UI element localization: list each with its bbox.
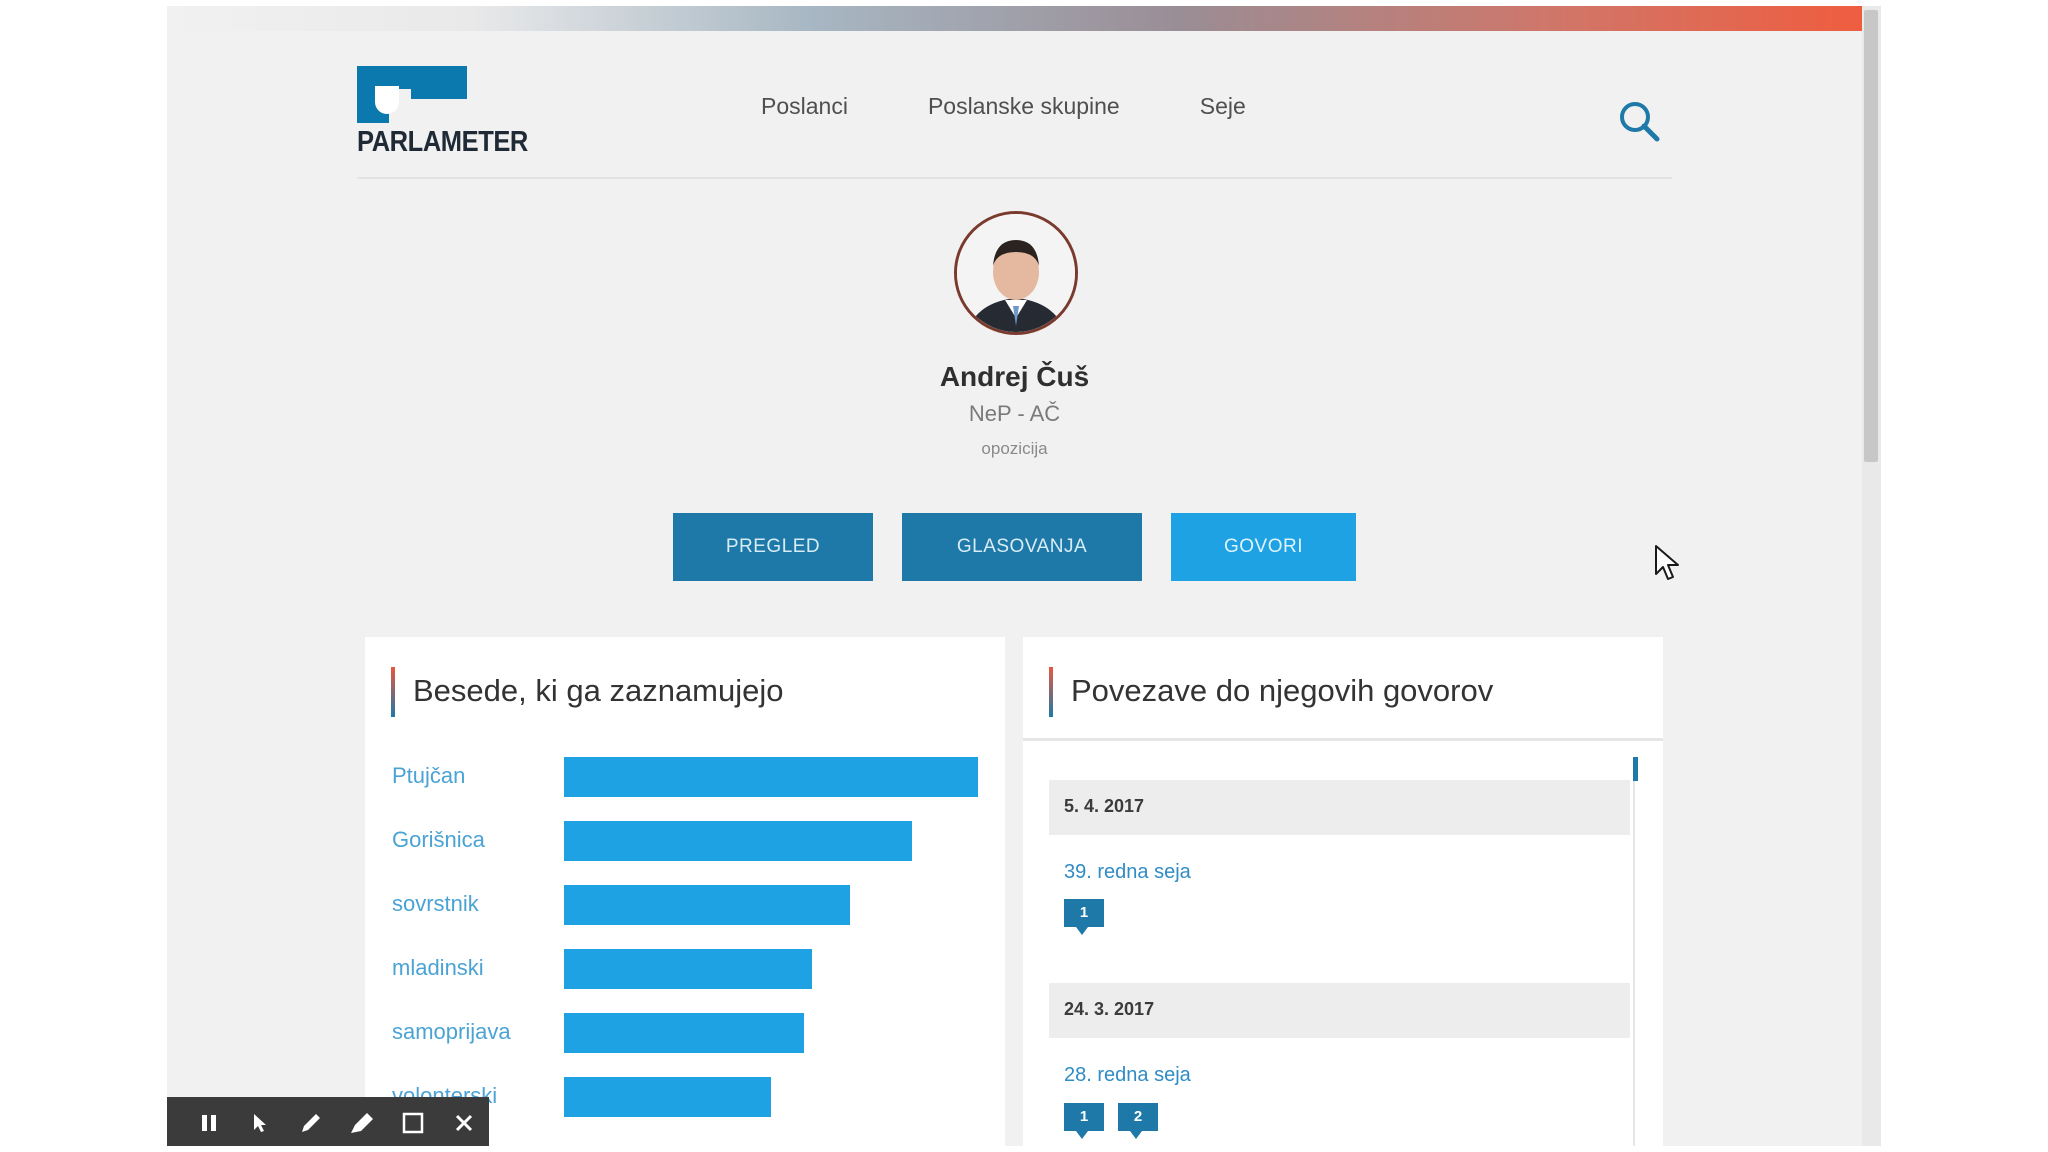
word-row: Gorišnica <box>365 821 1005 861</box>
logo-mark-bar <box>357 66 467 89</box>
links-card: Povezave do njegovih govorov 5. 4. 2017 … <box>1023 637 1663 1146</box>
cursor-icon <box>1655 545 1679 580</box>
nav-seje[interactable]: Seje <box>1200 93 1246 120</box>
word-row: mladinski <box>365 949 1005 989</box>
session-link[interactable]: 39. redna seja <box>1064 861 1191 884</box>
speech-date: 24. 3. 2017 <box>1064 999 1155 1019</box>
tab-govori[interactable]: GOVORI <box>1171 513 1356 581</box>
links-card-title: Povezave do njegovih govorov <box>1071 673 1494 708</box>
page-scrollbar[interactable] <box>1862 6 1881 1146</box>
word-label[interactable]: Gorišnica <box>392 827 485 853</box>
word-label[interactable]: sovrstnik <box>392 891 479 917</box>
pen-icon[interactable] <box>285 1097 336 1146</box>
avatar <box>954 211 1078 335</box>
nav-poslanske-skupine[interactable]: Poslanske skupine <box>928 93 1120 120</box>
links-card-header: Povezave do njegovih govorov <box>1023 637 1663 741</box>
nav-poslanci[interactable]: Poslanci <box>761 93 848 120</box>
marker-icon[interactable] <box>336 1097 387 1146</box>
annotation-toolbar <box>167 1097 489 1146</box>
pause-icon[interactable] <box>183 1097 234 1146</box>
card-accent-bar <box>1049 667 1053 717</box>
main-nav: Poslanci Poslanske skupine Seje <box>761 93 1326 120</box>
profile-status: opozicija <box>981 439 1048 458</box>
logo-mark-stripe <box>411 89 467 99</box>
word-row: samoprijava <box>365 1013 1005 1053</box>
words-card-title: Besede, ki ga zaznamujejo <box>413 673 784 708</box>
word-label[interactable]: Ptujčan <box>392 763 465 789</box>
inner-scrollbar-thumb[interactable] <box>1633 757 1638 781</box>
word-row: sovrstnik <box>365 885 1005 925</box>
logo-shield <box>375 86 399 114</box>
word-row: Ptujčan <box>365 757 1005 797</box>
word-bar <box>564 885 850 925</box>
logo-wordmark: PARLAMETER <box>357 126 528 158</box>
session-link[interactable]: 28. redna seja <box>1064 1064 1191 1087</box>
word-bar <box>564 1013 804 1053</box>
word-bar <box>564 757 978 797</box>
words-card-header: Besede, ki ga zaznamujejo <box>365 637 1005 741</box>
word-bar <box>564 821 912 861</box>
tab-glasovanja[interactable]: GLASOVANJA <box>902 513 1142 581</box>
parlameter-logo[interactable]: PARLAMETER <box>357 66 528 166</box>
close-icon[interactable] <box>438 1097 489 1146</box>
word-label[interactable]: mladinski <box>392 955 484 981</box>
square-icon[interactable] <box>387 1097 438 1146</box>
speech-bubble-button[interactable]: 1 <box>1064 899 1104 935</box>
speech-bubble-button[interactable]: 1 <box>1064 1103 1104 1139</box>
inner-scrollbar-track[interactable] <box>1633 781 1635 1146</box>
gradient-top-bar <box>167 6 1862 31</box>
scrollbar-thumb[interactable] <box>1864 10 1878 462</box>
site-header: PARLAMETER Poslanci Poslanske skupine Se… <box>357 31 1672 179</box>
speech-bubble-button[interactable]: 2 <box>1118 1103 1158 1139</box>
speech-date: 5. 4. 2017 <box>1064 796 1145 816</box>
portrait-image <box>957 214 1075 332</box>
search-icon[interactable] <box>1617 99 1661 143</box>
date-band: 5. 4. 2017 <box>1049 780 1630 835</box>
pointer-icon[interactable] <box>234 1097 285 1146</box>
profile-party: NeP - AČ <box>968 401 1061 426</box>
word-bar <box>564 949 812 989</box>
date-band: 24. 3. 2017 <box>1049 983 1630 1038</box>
tab-pregled[interactable]: PREGLED <box>673 513 873 581</box>
words-card: Besede, ki ga zaznamujejo Ptujčan Gorišni… <box>365 637 1005 1146</box>
browser-viewport: PARLAMETER Poslanci Poslanske skupine Se… <box>167 6 1881 1146</box>
profile-name: Andrej Čuš <box>939 361 1090 392</box>
word-bar <box>564 1077 771 1117</box>
card-accent-bar <box>391 667 395 717</box>
word-label[interactable]: samoprijava <box>392 1019 511 1045</box>
